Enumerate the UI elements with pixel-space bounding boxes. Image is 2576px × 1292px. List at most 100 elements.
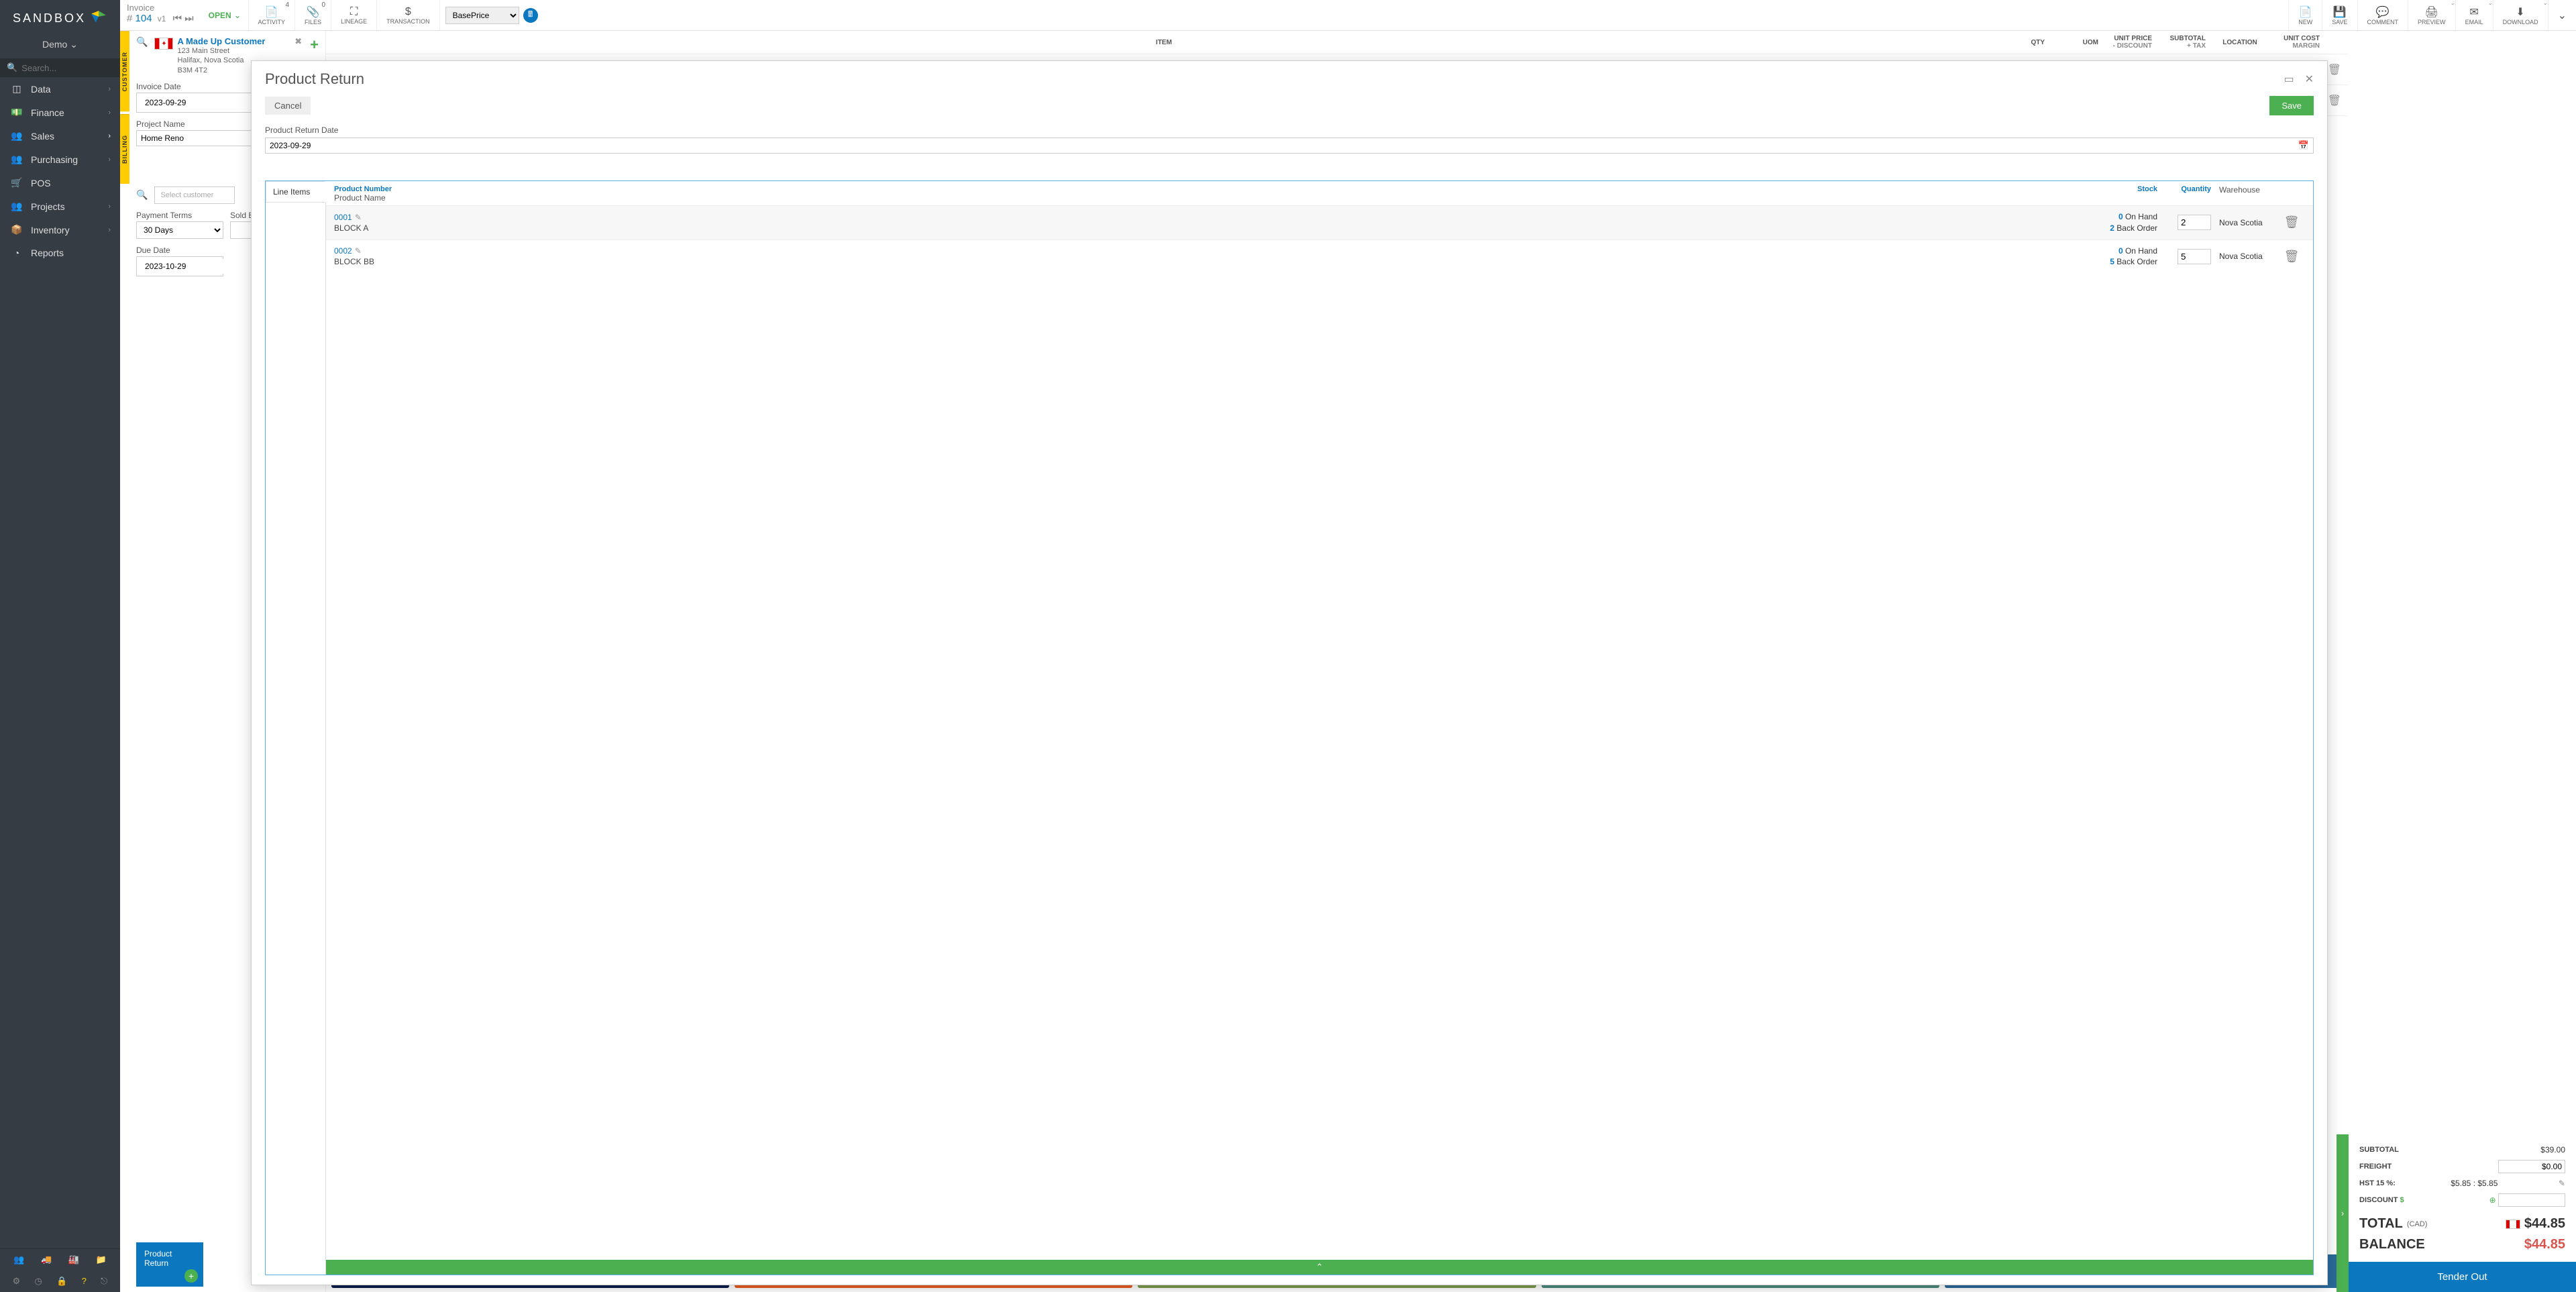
price-scheme: BasePrice 🖩 bbox=[439, 0, 543, 30]
save-button[interactable]: 💾SAVE bbox=[2322, 0, 2357, 30]
line-items-tab[interactable]: Line Items bbox=[266, 181, 326, 203]
product-number-link[interactable]: 0002 bbox=[334, 246, 352, 256]
comment-button[interactable]: 💬COMMENT bbox=[2357, 0, 2408, 30]
delete-line-icon[interactable]: 🗑 bbox=[2328, 63, 2341, 76]
price-scheme-select[interactable]: BasePrice bbox=[445, 7, 519, 24]
activity-button[interactable]: 4📄ACTIVITY bbox=[248, 0, 295, 30]
delete-line-icon[interactable]: 🗑 bbox=[2328, 94, 2341, 107]
search-box[interactable]: 🔍 bbox=[0, 58, 120, 77]
expand-totals[interactable]: › bbox=[2337, 1134, 2349, 1292]
discount-label: DISCOUNT $ bbox=[2359, 1196, 2404, 1204]
cancel-button[interactable]: Cancel bbox=[265, 97, 311, 115]
freight-input[interactable] bbox=[2498, 1160, 2565, 1173]
context-selector[interactable]: Demo ⌄ bbox=[0, 34, 120, 58]
line-items-header: Product NumberProduct Name Stock Quantit… bbox=[326, 181, 2313, 205]
nav-reports[interactable]: ◔Reports bbox=[0, 241, 120, 264]
search-icon: 🔍 bbox=[7, 62, 17, 73]
add-customer-icon[interactable]: + bbox=[310, 36, 319, 54]
customer-name[interactable]: A Made Up Customer bbox=[177, 36, 290, 46]
maximize-icon[interactable]: ▭ bbox=[2284, 72, 2294, 86]
nav-inventory[interactable]: 📦Inventory› bbox=[0, 218, 120, 241]
search-icon[interactable]: 🔍 bbox=[136, 189, 148, 201]
customer-tab[interactable]: CUSTOMER bbox=[120, 31, 129, 111]
edit-icon[interactable]: ✎ bbox=[355, 213, 362, 222]
product-return-card[interactable]: Product Return + bbox=[136, 1242, 203, 1287]
delete-line-icon[interactable]: 🗑 bbox=[2278, 215, 2305, 229]
nav-sales[interactable]: 👥Sales› bbox=[0, 124, 120, 148]
app-logo: SANDBOX bbox=[0, 0, 120, 34]
dollar-icon: $ bbox=[405, 6, 411, 18]
status-dropdown[interactable]: OPEN ⌄ bbox=[202, 0, 248, 30]
chevron-right-icon: › bbox=[108, 132, 111, 140]
save-button[interactable]: Save bbox=[2269, 96, 2314, 115]
billing-tab[interactable]: BILLING bbox=[120, 114, 129, 184]
users-icon: 👥 bbox=[9, 154, 24, 165]
nav-finance[interactable]: 💵Finance› bbox=[0, 101, 120, 124]
logout-icon[interactable]: ⎋ bbox=[101, 1276, 107, 1287]
download-button[interactable]: ⌄⬇DOWNLOAD bbox=[2493, 0, 2548, 30]
invoice-date-input[interactable]: 📅 bbox=[136, 93, 268, 113]
calendar-icon[interactable]: 📅 bbox=[2298, 140, 2309, 151]
bottom-icons-row-2: ⚙ ◷ 🔒 ? ⎋ bbox=[0, 1271, 120, 1292]
add-discount-icon[interactable]: ⊕ bbox=[2489, 1195, 2496, 1205]
lock-icon[interactable]: 🔒 bbox=[56, 1276, 67, 1287]
nav-data[interactable]: ◫Data› bbox=[0, 77, 120, 101]
discount-input[interactable] bbox=[2498, 1193, 2565, 1207]
bottom-icons-row-1: 👥 🚚 🏭 📁 bbox=[0, 1248, 120, 1271]
nav-purchasing[interactable]: 👥Purchasing› bbox=[0, 148, 120, 171]
subtotal-value: $39.00 bbox=[2540, 1145, 2565, 1154]
chevron-down-icon[interactable]: ⌄ bbox=[2543, 0, 2548, 6]
return-line-row: 0002✎BLOCK BB 0 On Hand5 Back Order Nova… bbox=[326, 239, 2313, 274]
people-icon[interactable]: 👥 bbox=[13, 1254, 24, 1265]
gear-icon[interactable]: ⚙ bbox=[13, 1276, 21, 1287]
email-button[interactable]: ⌄✉EMAIL bbox=[2455, 0, 2493, 30]
calculator-icon[interactable]: 🖩 bbox=[523, 8, 538, 23]
close-icon[interactable]: ✕ bbox=[2305, 72, 2314, 86]
more-button[interactable]: ⌄ bbox=[2548, 0, 2576, 30]
preview-button[interactable]: ⌄🖨PREVIEW bbox=[2408, 0, 2455, 30]
hst-label: HST 15 %: bbox=[2359, 1179, 2396, 1187]
help-icon[interactable]: ? bbox=[82, 1276, 87, 1287]
transaction-button[interactable]: $TRANSACTION bbox=[376, 0, 439, 30]
items-header: ITEM QTY UOM UNIT PRICE- DISCOUNT SUBTOT… bbox=[326, 31, 2348, 54]
tender-out-button[interactable]: Tender Out bbox=[2349, 1262, 2576, 1292]
edit-icon[interactable]: ✎ bbox=[2559, 1179, 2565, 1188]
edit-icon[interactable]: ✎ bbox=[355, 246, 362, 256]
clear-customer-icon[interactable]: ✖ bbox=[294, 36, 302, 47]
product-return-modal: Product Return ▭ ✕ Cancel Save Product R… bbox=[251, 60, 2328, 1285]
subtotal-label: SUBTOTAL bbox=[2359, 1146, 2399, 1154]
due-date-input[interactable]: 📅 bbox=[136, 256, 223, 276]
payment-terms-label: Payment Terms bbox=[136, 211, 223, 220]
search-input[interactable] bbox=[21, 63, 113, 73]
archive-icon[interactable]: 📁 bbox=[96, 1254, 107, 1265]
clock-icon[interactable]: ◷ bbox=[35, 1276, 42, 1287]
lineage-button[interactable]: ⛶LINEAGE bbox=[331, 0, 376, 30]
chevron-down-icon[interactable]: ⌄ bbox=[2451, 0, 2455, 6]
add-line-item-bar[interactable]: ⌃ bbox=[326, 1260, 2313, 1275]
chevron-right-icon: › bbox=[108, 156, 111, 164]
chevron-down-icon[interactable]: ⌄ bbox=[2488, 0, 2493, 6]
return-qty-input[interactable] bbox=[2178, 249, 2211, 264]
prev-icon[interactable]: ⏮ bbox=[173, 13, 182, 24]
return-line-row: 0001✎BLOCK A 0 On Hand2 Back Order Nova … bbox=[326, 205, 2313, 239]
return-qty-input[interactable] bbox=[2178, 215, 2211, 230]
app-name: SANDBOX bbox=[13, 11, 86, 25]
factory-icon[interactable]: 🏭 bbox=[68, 1254, 79, 1265]
total-label: TOTAL (CAD) bbox=[2359, 1216, 2427, 1232]
payment-terms-select[interactable]: 30 Days bbox=[136, 221, 223, 239]
nav-pos[interactable]: 🛒POS bbox=[0, 171, 120, 195]
cube-icon: ◫ bbox=[9, 83, 24, 95]
files-button[interactable]: 0📎FILES bbox=[294, 0, 331, 30]
nav-projects[interactable]: 👥Projects› bbox=[0, 195, 120, 218]
new-button[interactable]: 📄NEW bbox=[2288, 0, 2322, 30]
select-customer-input[interactable]: Select customer bbox=[154, 186, 235, 204]
invoice-date-label: Invoice Date bbox=[136, 82, 268, 91]
next-icon[interactable]: ⏭ bbox=[184, 13, 194, 24]
search-icon[interactable]: 🔍 bbox=[136, 36, 148, 48]
truck-icon[interactable]: 🚚 bbox=[41, 1254, 52, 1265]
product-number-link[interactable]: 0001 bbox=[334, 213, 352, 222]
delete-line-icon[interactable]: 🗑 bbox=[2278, 250, 2305, 264]
chart-icon: ◔ bbox=[9, 248, 24, 258]
return-date-input[interactable]: 📅 bbox=[265, 138, 2314, 154]
plus-icon[interactable]: + bbox=[184, 1269, 198, 1283]
